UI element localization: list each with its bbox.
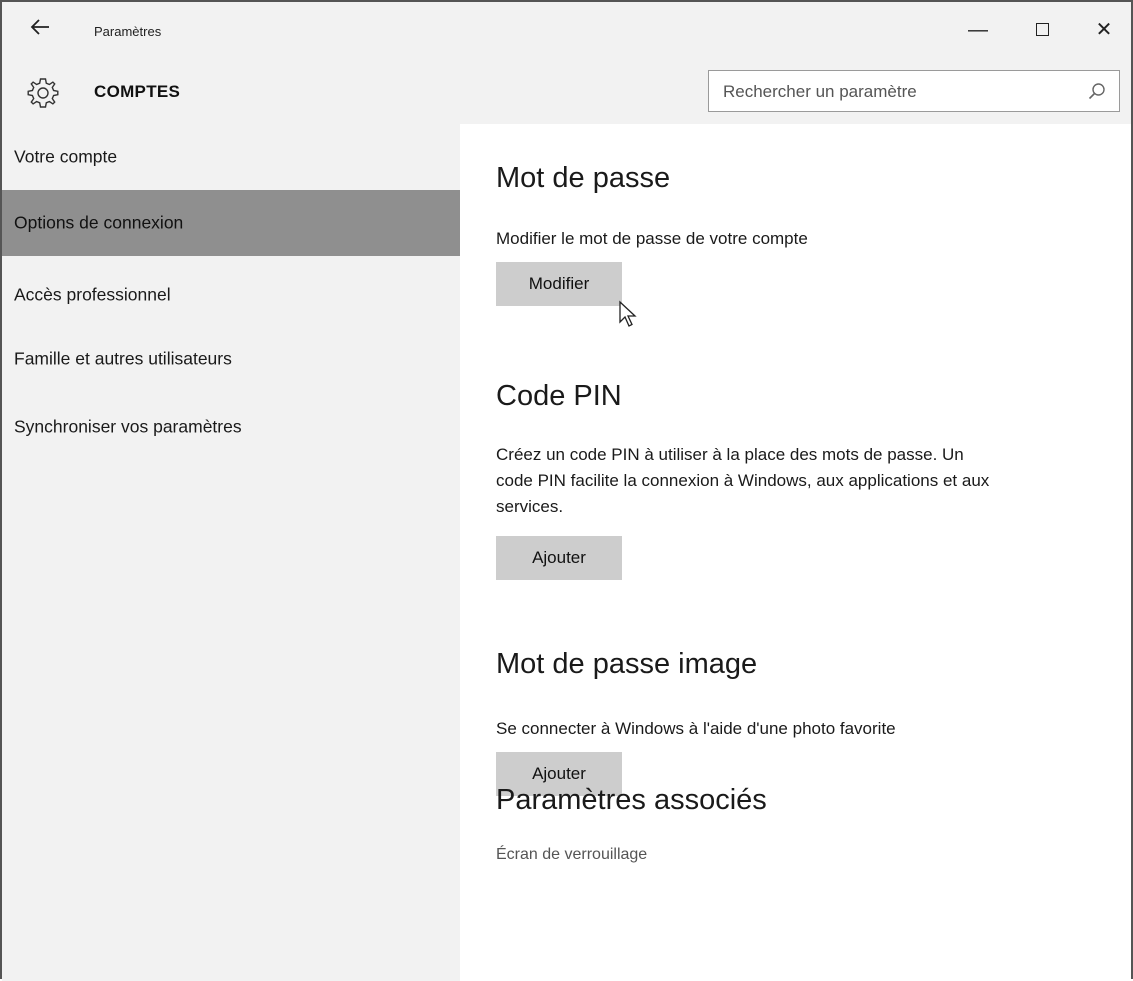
close-button[interactable]: ✕ [1084, 14, 1124, 46]
related-settings-heading: Paramètres associés [496, 784, 767, 816]
pin-heading: Code PIN [496, 380, 622, 412]
password-description: Modifier le mot de passe de votre compte [496, 229, 808, 248]
gear-icon [26, 76, 60, 110]
sidebar-item-label: Options de connexion [14, 212, 184, 233]
sidebar-item-label: Famille et autres utilisateurs [14, 348, 232, 369]
back-arrow-icon[interactable] [26, 16, 54, 44]
pin-description-line: code PIN facilite la connexion à Windows… [496, 471, 990, 490]
maximize-icon [1035, 22, 1049, 36]
add-pin-button[interactable]: Ajouter [496, 536, 622, 580]
sidebar-item-options-de-connexion[interactable]: Options de connexion [2, 190, 460, 256]
search-input[interactable] [721, 71, 1065, 112]
picture-password-heading: Mot de passe image [496, 648, 758, 680]
mouse-cursor-icon [618, 300, 640, 330]
sidebar: Votre compte Options de connexion Accès … [2, 124, 460, 981]
section-title: COMPTES [94, 82, 181, 101]
sidebar-item-famille[interactable]: Famille et autres utilisateurs [2, 326, 460, 392]
maximize-button[interactable] [1022, 14, 1062, 46]
minimize-button[interactable]: — [958, 14, 998, 46]
picture-password-description: Se connecter à Windows à l'aide d'une ph… [496, 719, 896, 738]
sidebar-item-label: Accès professionnel [14, 284, 171, 305]
app-title: Paramètres [94, 24, 162, 39]
main-content: Mot de passe Modifier le mot de passe de… [460, 124, 1131, 981]
section-header: COMPTES [2, 62, 1131, 125]
search-box[interactable] [708, 70, 1120, 112]
sidebar-item-acces-professionnel[interactable]: Accès professionnel [2, 262, 460, 328]
pin-description-line: services. [496, 497, 564, 516]
modify-password-button[interactable]: Modifier [496, 262, 622, 306]
sidebar-item-label: Synchroniser vos paramètres [14, 416, 242, 437]
sidebar-item-synchroniser[interactable]: Synchroniser vos paramètres [2, 394, 460, 460]
settings-window: Paramètres — ✕ COMPTES Rechercher un par… [0, 0, 1133, 981]
sidebar-item-votre-compte[interactable]: Votre compte [2, 124, 460, 190]
lock-screen-link[interactable]: Écran de verrouillage [496, 846, 647, 864]
search-icon[interactable] [1087, 81, 1107, 101]
pin-description-line: Créez un code PIN à utiliser à la place … [496, 445, 964, 464]
title-bar: Paramètres — ✕ [2, 2, 1131, 62]
password-heading: Mot de passe [496, 162, 671, 194]
sidebar-item-label: Votre compte [14, 146, 118, 167]
